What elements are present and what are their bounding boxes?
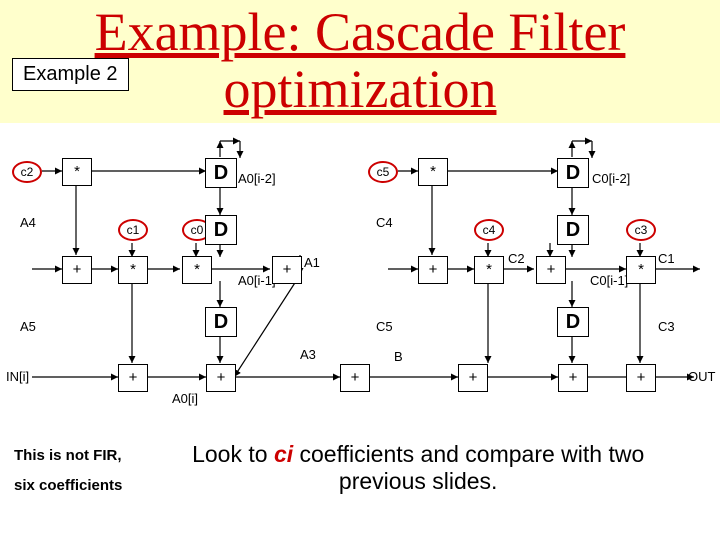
title-band: Example: Cascade Filter optimization Exa… bbox=[0, 0, 720, 123]
add-node: + bbox=[206, 364, 236, 392]
mul-node: * bbox=[118, 256, 148, 284]
footer-right: Look to ci coefficients and compare with… bbox=[140, 441, 696, 495]
add-node: + bbox=[626, 364, 656, 392]
label-OUT: OUT bbox=[688, 369, 715, 384]
label-C0i1: C0[i-1] bbox=[590, 273, 628, 288]
delay-node: D bbox=[557, 307, 589, 337]
label-C1: C1 bbox=[658, 251, 675, 266]
label-A1: A1 bbox=[304, 255, 320, 270]
footer: This is not FIR, six coefficients Look t… bbox=[0, 423, 720, 501]
delay-node: D bbox=[557, 158, 589, 188]
mul-node: * bbox=[182, 256, 212, 284]
delay-node: D bbox=[205, 158, 237, 188]
add-node: + bbox=[118, 364, 148, 392]
mul-node: * bbox=[418, 158, 448, 186]
label-A0i: A0[i] bbox=[172, 391, 198, 406]
delay-node: D bbox=[205, 215, 237, 245]
footer-left: This is not FIR, six coefficients bbox=[14, 441, 122, 501]
title-line2: optimization bbox=[224, 59, 497, 119]
label-C4: C4 bbox=[376, 215, 393, 230]
label-A5: A5 bbox=[20, 319, 36, 334]
label-A4: A4 bbox=[20, 215, 36, 230]
footer-left-line1: This is not FIR, bbox=[14, 441, 122, 471]
mul-node: * bbox=[62, 158, 92, 186]
footer-text-pre: Look to bbox=[192, 441, 274, 467]
add-node: + bbox=[272, 256, 302, 284]
add-node: + bbox=[62, 256, 92, 284]
label-C3: C3 bbox=[658, 319, 675, 334]
block-diagram: c2 * D A0[i-2] A4 c1 c0 + * * D A0[i-1] … bbox=[0, 123, 720, 423]
label-IN: IN[i] bbox=[6, 369, 29, 384]
delay-node: D bbox=[557, 215, 589, 245]
footer-ci: ci bbox=[274, 441, 293, 467]
mul-node: * bbox=[474, 256, 504, 284]
add-node: + bbox=[536, 256, 566, 284]
label-C2: C2 bbox=[508, 251, 525, 266]
footer-text-mid: coefficients and compare with two bbox=[293, 441, 644, 467]
title-line1: Example: Cascade Filter bbox=[95, 2, 626, 62]
footer-text-end: previous slides. bbox=[339, 468, 498, 494]
label-A3: A3 bbox=[300, 347, 316, 362]
example-number-box: Example 2 bbox=[12, 58, 129, 91]
add-node: + bbox=[340, 364, 370, 392]
mul-node: * bbox=[626, 256, 656, 284]
label-A0i1: A0[i-1] bbox=[238, 273, 276, 288]
label-C5: C5 bbox=[376, 319, 393, 334]
add-node: + bbox=[458, 364, 488, 392]
label-B: B bbox=[394, 349, 403, 364]
footer-left-line2: six coefficients bbox=[14, 471, 122, 501]
label-C0i2: C0[i-2] bbox=[592, 171, 630, 186]
add-node: + bbox=[418, 256, 448, 284]
delay-node: D bbox=[205, 307, 237, 337]
label-A0i2: A0[i-2] bbox=[238, 171, 276, 186]
add-node: + bbox=[558, 364, 588, 392]
